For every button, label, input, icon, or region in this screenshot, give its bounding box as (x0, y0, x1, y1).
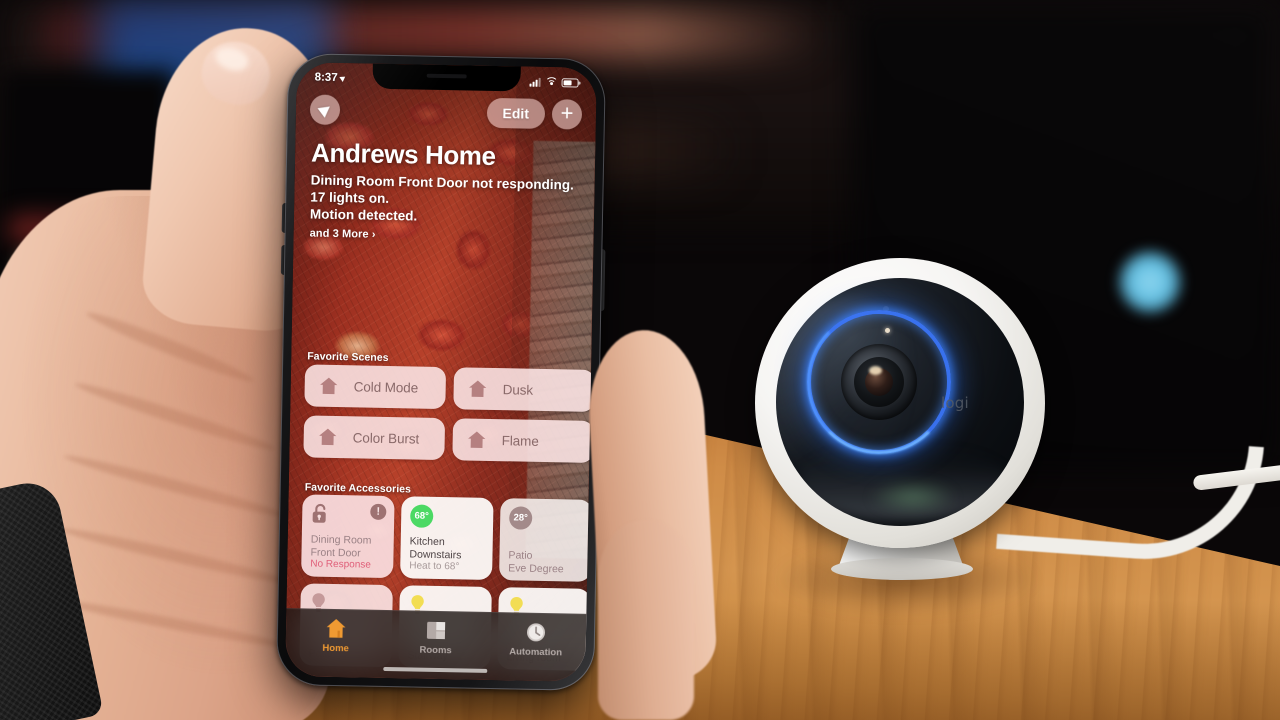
status-bar-right (529, 76, 579, 91)
location-arrow-icon (317, 101, 334, 118)
background-blue-led-light (1118, 250, 1182, 314)
accessory-name-line1: Kitchen (409, 535, 445, 549)
scene-name: Flame (501, 432, 539, 449)
house-icon (320, 377, 338, 395)
tab-rooms[interactable]: Rooms (386, 618, 487, 657)
logitech-circle-camera: logi (755, 258, 1280, 614)
background-red-streak (8, 215, 198, 243)
volume-down-button[interactable] (280, 244, 286, 275)
favorite-scenes-label: Favorite Scenes (307, 350, 389, 364)
accessory-tile-text: Dining Room Front Door No Response (310, 534, 386, 572)
accessory-status: Heat to 68° (409, 560, 460, 573)
tab-label: Automation (509, 646, 563, 659)
accessory-name-line1: Dining Room (310, 533, 372, 548)
accessory-name-line2: Eve Degree (508, 561, 564, 576)
tab-home[interactable]: Home (286, 616, 387, 655)
accessory-tile-header: 28° (508, 506, 584, 531)
location-button[interactable] (309, 94, 341, 126)
favorite-accessories-label: Favorite Accessories (304, 481, 412, 496)
background-light-spot (6, 245, 66, 295)
accessory-status: No Response (310, 558, 371, 571)
accessory-tile-text: Patio Eve Degree (508, 550, 583, 576)
scene-name: Cold Mode (353, 378, 419, 396)
tab-label: Rooms (419, 644, 452, 657)
camera-lens-glint (869, 366, 882, 375)
scene-tile[interactable]: Color Burst (303, 415, 446, 461)
house-icon (468, 431, 486, 448)
wifi-icon (544, 76, 558, 91)
scene-name: Dusk (502, 381, 534, 398)
edit-button[interactable]: Edit (486, 97, 546, 129)
scene-tile[interactable]: Cold Mode (304, 364, 447, 410)
camera-glass-reflection-green (868, 480, 958, 514)
phone-notch (372, 63, 521, 92)
status-bar-time: 8:37 (314, 71, 338, 84)
home-header: Andrews Home Dining Room Front Door not … (310, 137, 584, 245)
rooms-grid-icon (426, 621, 446, 640)
location-arrow-icon (339, 74, 347, 82)
battery-icon (561, 77, 579, 88)
camera-stand-base (831, 558, 973, 580)
photograph-scene: logi 8:37 Edit + Andrews Home Dining Roo… (0, 0, 1280, 720)
cellular-signal-icon (529, 77, 541, 87)
accessory-tile-header: 68° (410, 504, 485, 529)
temperature-badge-icon: 28° (508, 506, 533, 530)
accessory-tile-temperature-sensor[interactable]: 28° Patio Eve Degree (499, 498, 593, 582)
logi-brand-mark: logi (941, 394, 969, 412)
plus-icon: + (560, 100, 574, 126)
home-app-toolbar: Edit + (296, 94, 597, 130)
accessory-name-line1: Patio (508, 549, 533, 563)
thermostat-badge-icon: 68° (410, 504, 434, 528)
camera-status-led (885, 328, 890, 333)
camera-body: logi (755, 258, 1045, 548)
accessory-tile-door-lock[interactable]: ! Dining Room Front Door No Response (301, 494, 395, 579)
middle-finger (598, 520, 694, 720)
scene-name: Color Burst (352, 429, 420, 447)
home-title: Andrews Home (310, 137, 496, 172)
add-button[interactable]: + (551, 99, 583, 130)
scene-tile[interactable]: Dusk (453, 367, 596, 412)
tab-automation[interactable]: Automation (486, 620, 587, 659)
phone-screen: 8:37 Edit + Andrews Home Dining Room Fro… (285, 62, 597, 682)
toolbar-right-group: Edit + (486, 97, 583, 130)
clock-icon (527, 623, 546, 642)
volume-up-button[interactable] (281, 202, 287, 233)
earpiece-speaker (426, 73, 467, 79)
home-status-summary: Dining Room Front Door not responding. 1… (310, 173, 583, 228)
tab-label: Home (322, 642, 349, 655)
accessory-tile-text: Kitchen Downstairs Heat to 68° (409, 536, 485, 574)
exclamation-circle-icon: ! (370, 503, 387, 520)
accessory-tile-header: ! (311, 503, 387, 528)
house-filled-icon (326, 619, 346, 638)
favorite-scenes-grid: Cold Mode Dusk Color Burst Flame (303, 364, 596, 463)
iphone-device: 8:37 Edit + Andrews Home Dining Room Fro… (275, 53, 607, 691)
unlocked-padlock-icon (312, 503, 326, 523)
house-icon (319, 428, 337, 446)
house-icon (469, 380, 487, 398)
accessory-tile-thermostat[interactable]: 68° Kitchen Downstairs Heat to 68° (400, 496, 494, 581)
status-bar-left: 8:37 (314, 71, 347, 85)
scene-tile[interactable]: Flame (452, 418, 595, 463)
